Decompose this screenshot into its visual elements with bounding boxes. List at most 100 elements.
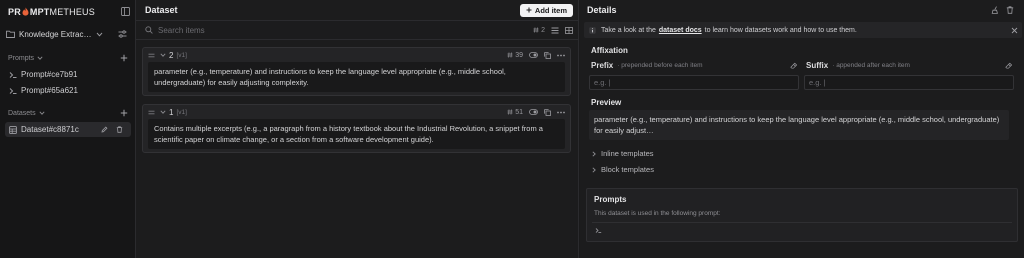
sidebar: PR MPT METHEUS Knowledge Extrac… Prompts — [0, 0, 136, 258]
hash-icon — [507, 109, 513, 115]
dataset-docs-link[interactable]: dataset docs — [659, 27, 702, 34]
prefix-sublabel: · prepended before each item — [617, 62, 703, 69]
block-templates-label: Block templates — [601, 165, 654, 174]
app-logo[interactable]: PR MPT METHEUS — [8, 7, 95, 17]
inline-templates-toggle[interactable]: Inline templates — [592, 149, 654, 158]
plus-icon — [526, 7, 532, 13]
inline-templates-label: Inline templates — [601, 149, 654, 158]
datasets-section-label: Datasets — [8, 109, 36, 117]
drag-handle-icon[interactable] — [148, 110, 155, 115]
sidebar-item-label: Prompt#65a621 — [21, 86, 78, 95]
search-bar: Search items 2 — [136, 20, 579, 40]
logo-text-post: METHEUS — [49, 6, 95, 17]
prompts-usage-section: Prompts This dataset is used in the foll… — [586, 188, 1018, 242]
preview-title: Preview — [591, 98, 622, 107]
sidebar-item-label: Prompt#ce7b91 — [21, 70, 78, 79]
prompts-usage-title: Prompts — [594, 195, 627, 204]
add-prompt-icon[interactable] — [120, 54, 128, 62]
sidebar-item-dataset-c8871c[interactable]: Dataset#c8871c — [5, 122, 131, 137]
item-card-header: 1 [v1] 51 — [143, 105, 570, 119]
item-number: 1 — [169, 107, 174, 117]
project-selector[interactable]: Knowledge Extrac… — [6, 26, 130, 42]
settings-sliders-icon[interactable] — [118, 30, 127, 38]
trash-icon[interactable] — [116, 126, 123, 133]
flame-icon — [22, 7, 29, 16]
project-name: Knowledge Extrac… — [19, 29, 92, 39]
panel-title: Dataset — [145, 5, 178, 15]
trash-icon[interactable] — [1006, 6, 1014, 14]
dataset-header: Dataset Add item — [136, 0, 579, 20]
more-options-icon[interactable] — [557, 111, 565, 114]
chevron-down-icon[interactable] — [160, 53, 166, 57]
prompt-icon — [595, 227, 602, 234]
prefix-label-text: Prefix — [591, 61, 614, 70]
logo-text-pre: PR — [8, 6, 21, 17]
hash-icon — [533, 27, 539, 33]
edit-icon[interactable] — [101, 126, 108, 133]
block-templates-toggle[interactable]: Block templates — [592, 165, 654, 174]
sidebar-item-prompt-65a621[interactable]: Prompt#65a621 — [5, 83, 131, 98]
add-dataset-icon[interactable] — [120, 109, 128, 117]
prompts-section-label: Prompts — [8, 54, 35, 62]
token-count-value: 39 — [515, 51, 523, 59]
affixation-title: Affixation — [591, 46, 628, 55]
collapse-sidebar-icon[interactable] — [121, 7, 130, 16]
linked-prompt-item[interactable] — [592, 222, 1012, 237]
item-number: 2 — [169, 50, 174, 60]
chevron-down-icon[interactable] — [37, 56, 43, 60]
search-icon — [145, 26, 153, 34]
item-count-value: 2 — [541, 26, 545, 34]
suffix-input[interactable]: e.g. | — [804, 75, 1014, 90]
item-text[interactable]: Contains multiple excerpts (e.g., a para… — [148, 119, 565, 149]
chevron-right-icon — [592, 166, 596, 173]
more-options-icon[interactable] — [557, 54, 565, 57]
search-input[interactable]: Search items — [158, 26, 205, 35]
copy-icon[interactable] — [544, 108, 551, 116]
drag-handle-icon[interactable] — [148, 53, 155, 58]
item-count: 2 — [533, 27, 545, 34]
token-count: 51 — [507, 109, 523, 116]
preview-text: parameter (e.g., temperature) and instru… — [589, 110, 1009, 140]
token-count: 39 — [507, 52, 523, 59]
chevron-right-icon — [592, 150, 596, 157]
sidebar-item-label: Dataset#c8871c — [21, 125, 79, 134]
eraser-icon[interactable] — [1005, 62, 1012, 69]
dataset-item-card[interactable]: 1 [v1] 51 Contains multiple excerpts (e.… — [142, 104, 571, 153]
copy-icon[interactable] — [544, 51, 551, 59]
docs-info-banner: Take a look at the dataset docs to learn… — [584, 22, 1022, 38]
clean-icon[interactable] — [991, 6, 999, 14]
close-icon[interactable] — [1011, 27, 1018, 34]
chevron-down-icon — [96, 32, 103, 37]
toggle-icon[interactable] — [529, 109, 538, 115]
prompt-icon — [9, 71, 17, 79]
details-header: Details — [580, 0, 1024, 20]
eraser-icon[interactable] — [790, 62, 797, 69]
table-view-icon[interactable] — [565, 26, 573, 34]
prefix-input[interactable]: e.g. | — [589, 75, 799, 90]
folder-icon — [6, 30, 15, 38]
suffix-label: Suffix · appended after each item — [806, 61, 1012, 70]
toggle-icon[interactable] — [529, 52, 538, 58]
panel-title: Details — [587, 5, 617, 15]
info-text-post: to learn how datasets work and how to us… — [704, 26, 857, 34]
prefix-label: Prefix · prepended before each item — [591, 61, 797, 70]
item-version: [v1] — [176, 108, 187, 116]
item-text[interactable]: parameter (e.g., temperature) and instru… — [148, 62, 565, 92]
info-text-pre: Take a look at the — [601, 26, 656, 34]
dataset-icon — [9, 125, 17, 134]
add-item-label: Add item — [534, 5, 567, 15]
prompt-icon — [9, 87, 17, 95]
dataset-panel: Dataset Add item Search items 2 2 [v1] 3… — [136, 0, 579, 258]
sidebar-item-prompt-ce7b91[interactable]: Prompt#ce7b91 — [5, 67, 131, 82]
chevron-down-icon[interactable] — [160, 110, 166, 114]
prompts-usage-description: This dataset is used in the following pr… — [594, 210, 721, 217]
chevron-down-icon[interactable] — [39, 111, 45, 115]
suffix-sublabel: · appended after each item — [832, 62, 910, 69]
info-icon — [589, 26, 596, 34]
add-item-button[interactable]: Add item — [519, 3, 573, 17]
logo-row: PR MPT METHEUS — [8, 5, 130, 18]
datasets-section-header: Datasets — [8, 109, 128, 117]
dataset-item-card[interactable]: 2 [v1] 39 parameter (e.g., temperature) … — [142, 47, 571, 96]
item-card-header: 2 [v1] 39 — [143, 48, 570, 62]
list-view-icon[interactable] — [551, 27, 559, 34]
